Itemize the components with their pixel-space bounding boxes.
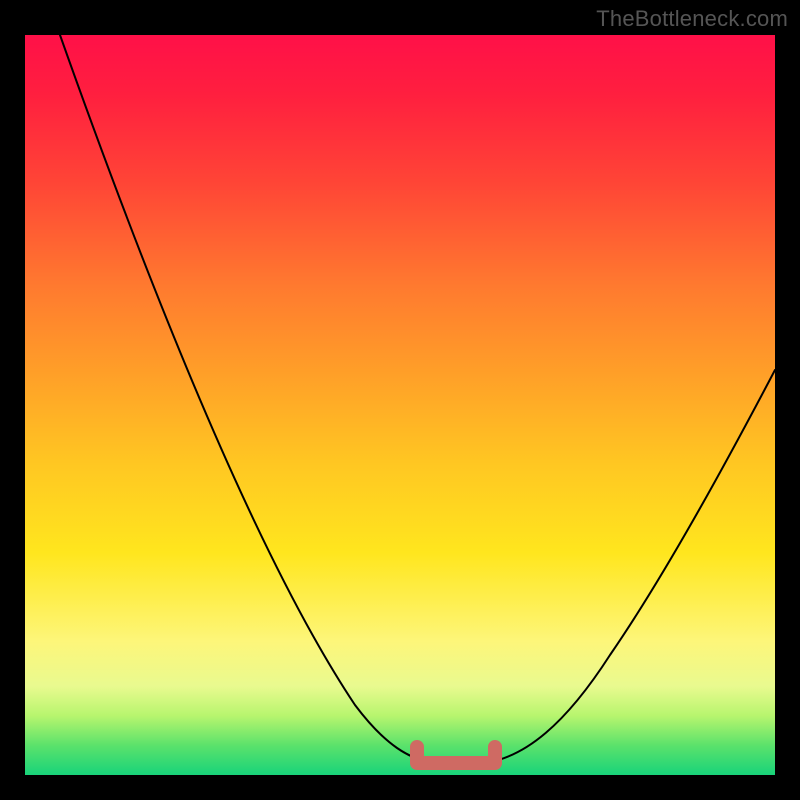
curve-left-branch bbox=[60, 35, 435, 763]
chart-frame: TheBottleneck.com bbox=[0, 0, 800, 800]
chart-svg bbox=[25, 35, 775, 775]
attribution-label: TheBottleneck.com bbox=[596, 6, 788, 32]
curve-right-branch bbox=[485, 370, 775, 763]
optimal-zone-marker bbox=[417, 747, 495, 763]
plot-area bbox=[25, 35, 775, 775]
